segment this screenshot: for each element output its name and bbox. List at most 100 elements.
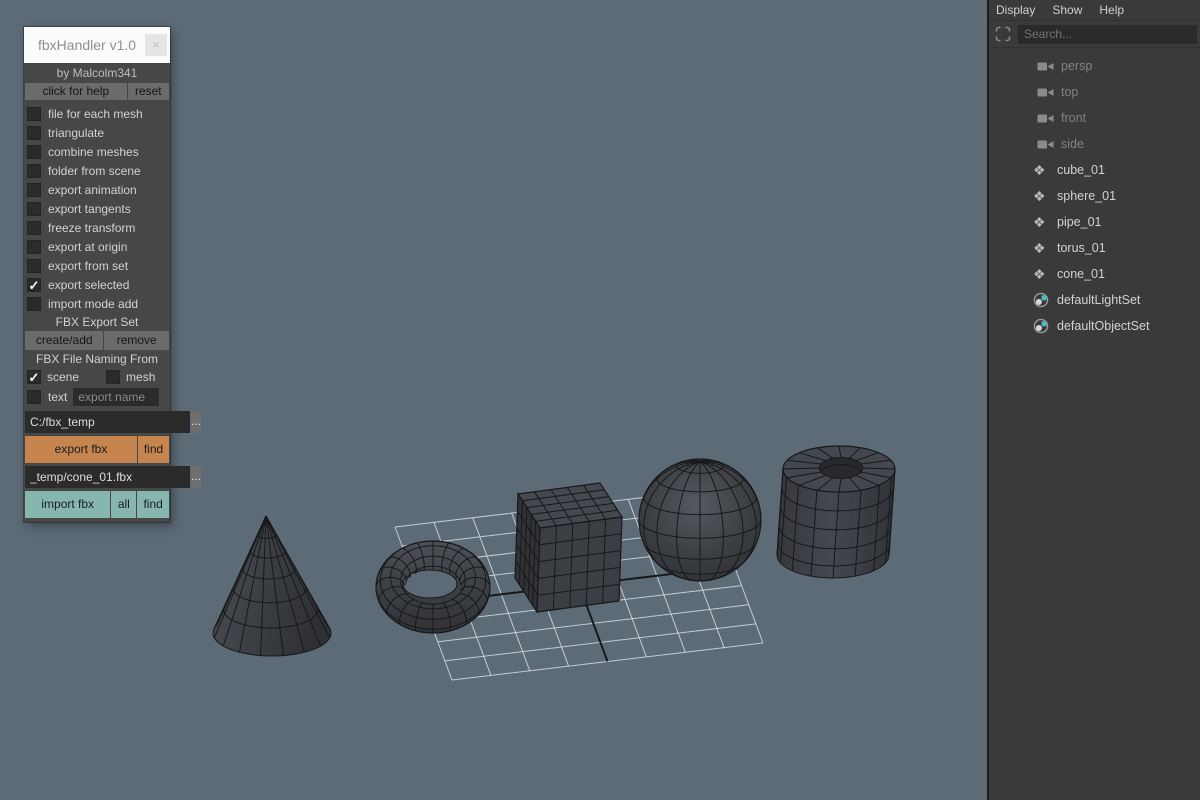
set-icon	[1033, 292, 1052, 308]
close-button[interactable]: ×	[145, 34, 167, 56]
menu-show[interactable]: Show	[1052, 3, 1082, 17]
search-input[interactable]	[1018, 25, 1197, 44]
checkbox[interactable]	[27, 164, 41, 178]
checkbox[interactable]	[27, 240, 41, 254]
item-label: persp	[1061, 59, 1092, 73]
outliner-item-top[interactable]: top	[989, 79, 1200, 105]
option-label: export at origin	[48, 240, 127, 254]
mesh-icon: ❖	[1033, 189, 1052, 203]
option-row[interactable]: export from set	[24, 256, 170, 275]
item-label: sphere_01	[1057, 189, 1116, 203]
outliner-item-front[interactable]: front	[989, 105, 1200, 131]
filter-icon[interactable]	[994, 25, 1012, 43]
option-row[interactable]: export tangents	[24, 199, 170, 218]
option-label: export tangents	[48, 202, 131, 216]
option-label: freeze transform	[48, 221, 135, 235]
panel-titlebar[interactable]: fbxHandler v1.0 ×	[24, 27, 170, 63]
mesh-icon: ❖	[1033, 241, 1052, 255]
option-row[interactable]: export at origin	[24, 237, 170, 256]
text-checkbox[interactable]	[27, 390, 41, 404]
option-label: combine meshes	[48, 145, 139, 159]
export-path-input[interactable]	[25, 411, 190, 433]
import-all-button[interactable]: all	[111, 491, 136, 518]
checkbox[interactable]	[27, 183, 41, 197]
item-label: torus_01	[1057, 241, 1106, 255]
item-label: defaultObjectSet	[1057, 319, 1149, 333]
remove-button[interactable]: remove	[104, 331, 169, 350]
outliner-panel: Display Show Help persp top front side ❖…	[987, 0, 1200, 800]
item-label: front	[1061, 111, 1086, 125]
item-label: top	[1061, 85, 1078, 99]
reset-button[interactable]: reset	[128, 83, 169, 100]
item-label: cone_01	[1057, 267, 1105, 281]
author-byline: by Malcolm341	[24, 63, 170, 83]
camera-icon	[1037, 61, 1056, 72]
outliner-item-defaultLightSet[interactable]: defaultLightSet	[989, 287, 1200, 313]
import-path-input[interactable]	[25, 466, 190, 488]
menu-display[interactable]: Display	[996, 3, 1035, 17]
option-label: import mode add	[48, 297, 138, 311]
help-button[interactable]: click for help	[25, 83, 127, 100]
outliner-item-pipe_01[interactable]: ❖ pipe_01	[989, 209, 1200, 235]
checkbox[interactable]	[27, 107, 41, 121]
camera-icon	[1037, 113, 1056, 124]
mesh-icon: ❖	[1033, 267, 1052, 281]
import-path-browse-button[interactable]: ...	[191, 466, 201, 488]
sphere-object[interactable]	[639, 459, 761, 581]
export-find-button[interactable]: find	[138, 436, 169, 463]
outliner-item-sphere_01[interactable]: ❖ sphere_01	[989, 183, 1200, 209]
scene-checkbox[interactable]: ✓	[27, 370, 41, 384]
checkbox[interactable]	[27, 259, 41, 273]
option-row[interactable]: triangulate	[24, 123, 170, 142]
pipe-object[interactable]	[777, 446, 895, 578]
import-find-button[interactable]: find	[137, 491, 169, 518]
outliner-menubar: Display Show Help	[989, 0, 1200, 21]
options-list: file for each mesh triangulate combine m…	[24, 104, 170, 313]
option-label: triangulate	[48, 126, 104, 140]
mesh-label: mesh	[126, 370, 155, 384]
export-path-browse-button[interactable]: ...	[191, 411, 201, 433]
item-label: cube_01	[1057, 163, 1105, 177]
checkbox[interactable]: ✓	[27, 278, 41, 292]
mesh-checkbox[interactable]	[106, 370, 120, 384]
outliner-item-torus_01[interactable]: ❖ torus_01	[989, 235, 1200, 261]
option-row[interactable]: combine meshes	[24, 142, 170, 161]
menu-help[interactable]: Help	[1099, 3, 1124, 17]
export-set-label: FBX Export Set	[24, 314, 170, 331]
item-label: defaultLightSet	[1057, 293, 1140, 307]
text-label: text	[48, 390, 67, 404]
create-add-button[interactable]: create/add	[25, 331, 103, 350]
item-label: side	[1061, 137, 1084, 151]
option-row[interactable]: import mode add	[24, 294, 170, 313]
cube-object[interactable]	[515, 483, 622, 612]
outliner-item-side[interactable]: side	[989, 131, 1200, 157]
torus-object[interactable]	[376, 541, 490, 633]
outliner-item-cone_01[interactable]: ❖ cone_01	[989, 261, 1200, 287]
checkbox[interactable]	[27, 202, 41, 216]
outliner-list: persp top front side ❖ cube_01 ❖ sphere_…	[989, 48, 1200, 339]
option-row[interactable]: freeze transform	[24, 218, 170, 237]
camera-icon	[1037, 87, 1056, 98]
option-label: export animation	[48, 183, 137, 197]
checkbox[interactable]	[27, 145, 41, 159]
option-label: export selected	[48, 278, 129, 292]
mesh-icon: ❖	[1033, 163, 1052, 177]
option-label: folder from scene	[48, 164, 141, 178]
export-fbx-button[interactable]: export fbx	[25, 436, 137, 463]
option-row[interactable]: file for each mesh	[24, 104, 170, 123]
outliner-item-persp[interactable]: persp	[989, 53, 1200, 79]
option-row[interactable]: ✓ export selected	[24, 275, 170, 294]
naming-label: FBX File Naming From	[24, 351, 170, 368]
checkbox[interactable]	[27, 221, 41, 235]
option-row[interactable]: export animation	[24, 180, 170, 199]
set-icon	[1033, 318, 1052, 334]
outliner-item-cube_01[interactable]: ❖ cube_01	[989, 157, 1200, 183]
import-fbx-button[interactable]: import fbx	[25, 491, 110, 518]
checkbox[interactable]	[27, 297, 41, 311]
option-label: file for each mesh	[48, 107, 143, 121]
outliner-item-defaultObjectSet[interactable]: defaultObjectSet	[989, 313, 1200, 339]
option-row[interactable]: folder from scene	[24, 161, 170, 180]
export-name-input[interactable]	[73, 388, 159, 406]
item-label: pipe_01	[1057, 215, 1102, 229]
checkbox[interactable]	[27, 126, 41, 140]
